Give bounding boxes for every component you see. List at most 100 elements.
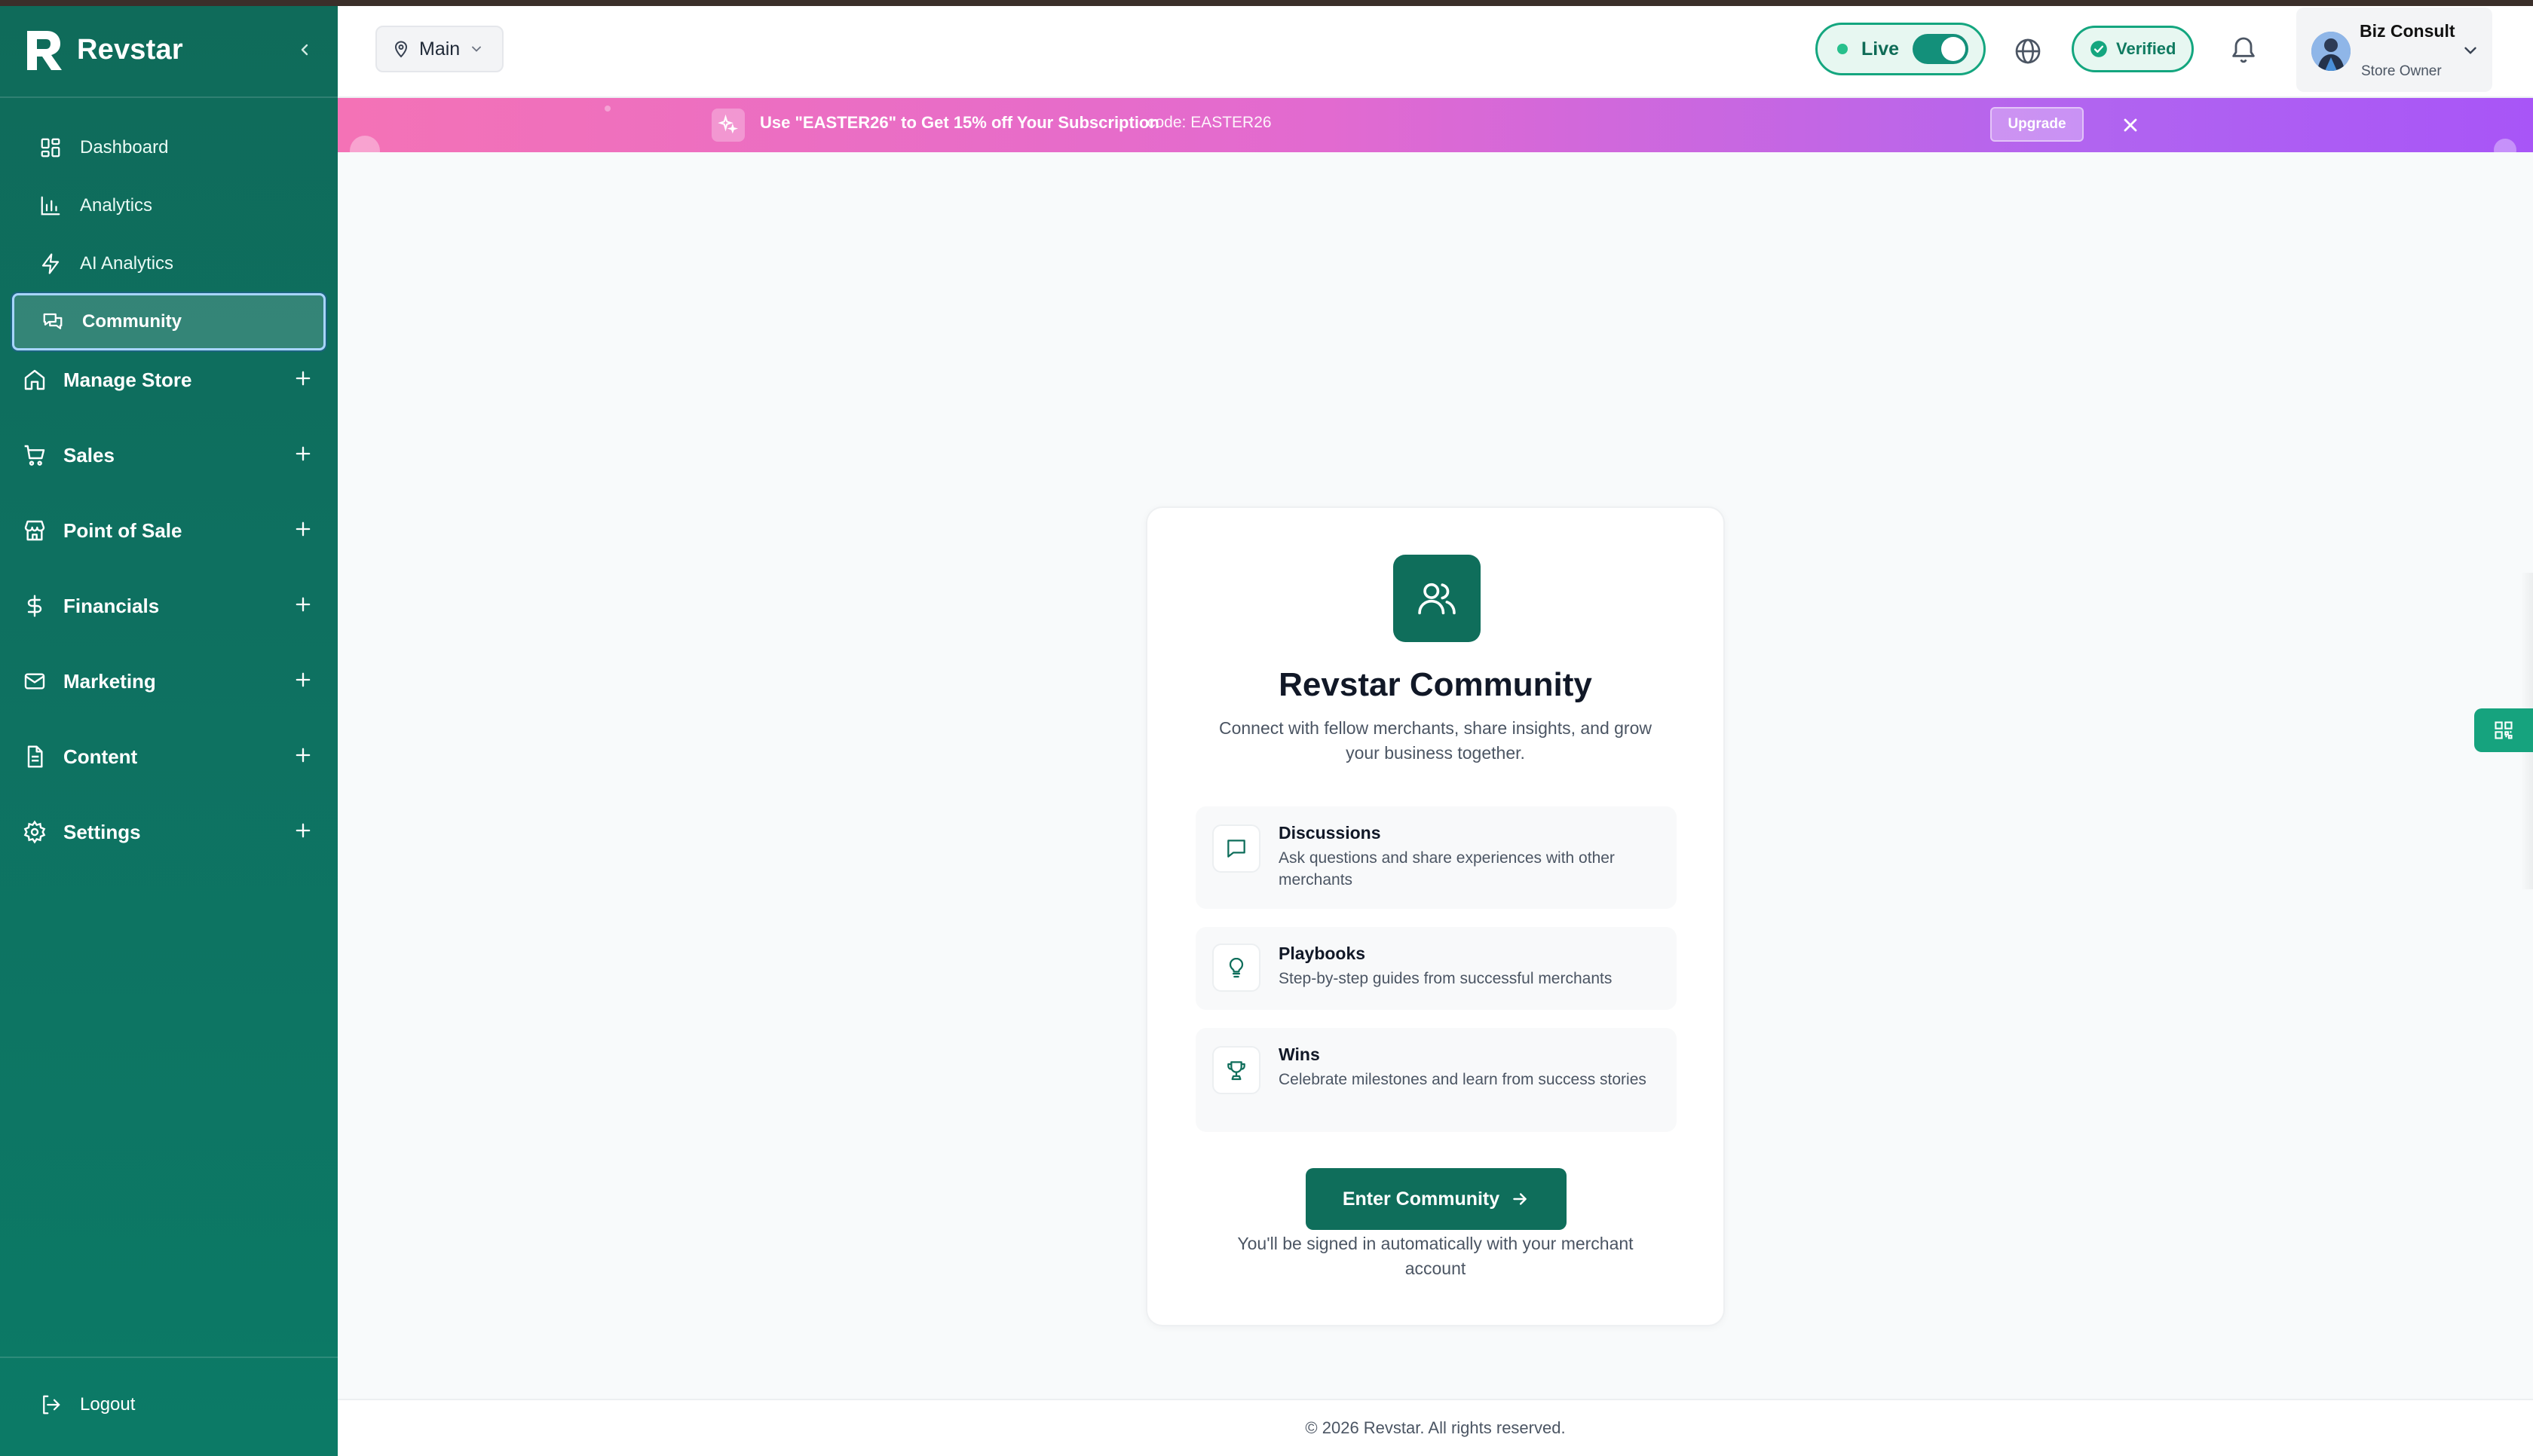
- sidebar-item-community[interactable]: Community: [12, 293, 326, 350]
- sidebar-group-label: Manage Store: [63, 368, 192, 391]
- community-title: Revstar Community: [1279, 666, 1592, 703]
- bar-chart-icon: [41, 196, 60, 216]
- plus-icon[interactable]: [293, 669, 314, 690]
- footer: © 2026 Revstar. All rights reserved.: [338, 1399, 2533, 1456]
- message-icon: [1212, 824, 1260, 873]
- feature-desc: Celebrate milestones and learn from succ…: [1279, 1071, 1646, 1088]
- community-card: Revstar Community Connect with fellow me…: [1146, 506, 1725, 1326]
- lightning-icon: [41, 253, 60, 274]
- switch-knob: [1941, 37, 1965, 61]
- plus-icon[interactable]: [293, 368, 314, 389]
- sidebar-group-marketing[interactable]: Marketing: [0, 651, 338, 711]
- signin-note: You'll be signed in automatically with y…: [1237, 1234, 1634, 1278]
- sparkle-icon: [712, 109, 745, 142]
- sidebar-group-content[interactable]: Content: [0, 726, 338, 787]
- sidebar-group-point-of-sale[interactable]: Point of Sale: [0, 500, 338, 561]
- sidebar-group-label: Point of Sale: [63, 518, 182, 542]
- mail-icon: [24, 673, 45, 690]
- plus-icon[interactable]: [293, 594, 314, 615]
- location-selector[interactable]: Main: [375, 26, 504, 72]
- feature-playbooks: Playbooks Step-by-step guides from succe…: [1196, 927, 1677, 1010]
- live-label: Live: [1861, 38, 1900, 60]
- promo-banner: Use "EASTER26" to Get 15% off Your Subsc…: [338, 98, 2533, 152]
- sidebar-item-label: Analytics: [80, 195, 153, 216]
- sidebar-item-ai-analytics[interactable]: AI Analytics: [12, 235, 326, 292]
- sidebar-group-sales[interactable]: Sales: [0, 425, 338, 485]
- check-circle-icon: [2090, 41, 2107, 57]
- arrow-right-icon: [1513, 1193, 1527, 1205]
- live-switch[interactable]: [1913, 34, 1968, 64]
- feature-desc: Ask questions and share experiences with…: [1279, 849, 1615, 889]
- sidebar-group-manage-store[interactable]: Manage Store: [0, 350, 338, 410]
- promo-text: Use "EASTER26" to Get 15% off Your Subsc…: [760, 113, 1159, 132]
- feature-title: Wins: [1279, 1045, 1320, 1064]
- lightbulb-icon: [1212, 944, 1260, 992]
- home-icon: [24, 369, 45, 390]
- sidebar-group-financials[interactable]: Financials: [0, 576, 338, 636]
- user-role: Store Owner: [2361, 63, 2442, 79]
- window-top-strip: [0, 0, 2533, 6]
- enter-community-label: Enter Community: [1342, 1188, 1500, 1210]
- live-mode-toggle[interactable]: Live: [1815, 23, 1986, 75]
- gear-icon: [23, 820, 46, 844]
- decor-dot: [2494, 139, 2516, 152]
- sidebar-group-label: Settings: [63, 820, 141, 843]
- user-menu[interactable]: Biz Consult Store Owner: [2296, 8, 2492, 92]
- sidebar-divider: [0, 96, 338, 98]
- sidebar-item-label: AI Analytics: [80, 253, 174, 274]
- sidebar-item-label: Community: [82, 311, 182, 332]
- plus-icon[interactable]: [293, 443, 314, 464]
- bell-icon[interactable]: [2228, 35, 2259, 65]
- users-icon: [1393, 555, 1481, 642]
- avatar: [2311, 32, 2351, 71]
- chat-bubbles-icon: [43, 313, 63, 329]
- sidebar-group-label: Financials: [63, 594, 160, 617]
- sidebar: Revstar Dashboard Analytics AI Analytics…: [0, 0, 338, 1456]
- chevron-left-icon: [301, 44, 308, 56]
- sidebar-item-label: Dashboard: [80, 137, 169, 158]
- map-pin-icon: [394, 41, 408, 58]
- feature-wins: Wins Celebrate milestones and learn from…: [1196, 1028, 1677, 1132]
- chevron-down-icon: [472, 46, 482, 52]
- copyright-text: © 2026 Revstar. All rights reserved.: [1305, 1418, 1566, 1437]
- plus-icon[interactable]: [293, 518, 314, 540]
- chevron-down-icon: [2464, 47, 2476, 54]
- sidebar-item-analytics[interactable]: Analytics: [12, 177, 326, 234]
- decor-dot: [605, 106, 611, 112]
- globe-icon[interactable]: [2013, 36, 2043, 66]
- cart-icon: [24, 445, 45, 466]
- sidebar-group-label: Content: [63, 745, 138, 768]
- logout-button[interactable]: Logout: [12, 1376, 326, 1433]
- sidebar-item-dashboard[interactable]: Dashboard: [12, 119, 326, 176]
- plus-icon[interactable]: [293, 820, 314, 841]
- trophy-icon: [1212, 1046, 1260, 1094]
- revstar-logo-icon: [27, 31, 62, 70]
- sidebar-divider: [0, 1357, 338, 1358]
- upgrade-button[interactable]: Upgrade: [1990, 107, 2084, 142]
- logout-icon: [43, 1395, 60, 1415]
- sidebar-group-label: Marketing: [63, 669, 156, 693]
- brand[interactable]: Revstar: [24, 27, 183, 72]
- verified-label: Verified: [2116, 39, 2176, 58]
- decor-dot: [350, 136, 380, 152]
- dollar-icon: [27, 595, 42, 617]
- document-icon: [27, 745, 43, 768]
- location-label: Main: [419, 38, 461, 60]
- collapse-sidebar-button[interactable]: [289, 35, 320, 65]
- dashboard-icon: [41, 138, 60, 158]
- live-status-dot: [1837, 44, 1848, 54]
- feature-title: Playbooks: [1279, 944, 1366, 963]
- enter-community-button[interactable]: Enter Community: [1306, 1168, 1567, 1230]
- plus-icon[interactable]: [293, 745, 314, 766]
- brand-name: Revstar: [77, 33, 183, 66]
- feature-discussions: Discussions Ask questions and share expe…: [1196, 806, 1677, 909]
- verified-badge[interactable]: Verified: [2072, 26, 2194, 72]
- community-subtitle: Connect with fellow merchants, share ins…: [1218, 718, 1652, 763]
- close-icon[interactable]: [2120, 115, 2141, 136]
- feature-desc: Step-by-step guides from successful merc…: [1279, 970, 1613, 987]
- feature-title: Discussions: [1279, 823, 1381, 843]
- top-header: Main Live Verified Biz Consult Store Own…: [338, 6, 2533, 98]
- qr-code-button[interactable]: [2474, 708, 2533, 752]
- sidebar-group-label: Sales: [63, 443, 115, 466]
- sidebar-group-settings[interactable]: Settings: [0, 802, 338, 862]
